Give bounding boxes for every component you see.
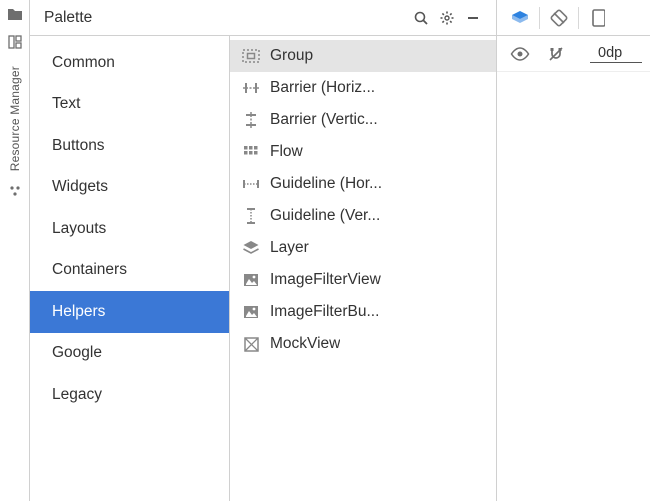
palette-component[interactable]: Barrier (Horiz...: [230, 72, 496, 104]
palette-category-buttons[interactable]: Buttons: [30, 125, 229, 167]
palette-component[interactable]: Barrier (Vertic...: [230, 104, 496, 136]
palette-component[interactable]: Layer: [230, 232, 496, 264]
palette-component-label: Group: [270, 47, 313, 65]
view-options-toolbar: 0dp: [497, 36, 650, 72]
palette-category-helpers[interactable]: Helpers: [30, 291, 229, 333]
rail-label-resource-manager[interactable]: Resource Manager: [8, 56, 22, 177]
palette-component-label: ImageFilterBu...: [270, 303, 379, 321]
palette-category-widgets[interactable]: Widgets: [30, 167, 229, 209]
palette-component-label: Layer: [270, 239, 309, 257]
palette-dots-icon[interactable]: [5, 181, 25, 201]
mock-icon: [242, 335, 260, 353]
orientation-icon[interactable]: [544, 4, 574, 32]
image-icon: [242, 303, 260, 321]
palette-panel: Palette CommonTextButtonsWidgetsLayoutsC…: [30, 0, 497, 501]
group-icon: [242, 47, 260, 65]
guideline-v-icon: [242, 207, 260, 225]
design-toolbar: [497, 0, 650, 36]
palette-component-label: MockView: [270, 335, 340, 353]
gear-icon[interactable]: [434, 5, 460, 31]
palette-category-layouts[interactable]: Layouts: [30, 208, 229, 250]
barrier-h-icon: [242, 79, 260, 97]
image-icon: [242, 271, 260, 289]
device-icon[interactable]: [583, 4, 613, 32]
magnet-off-icon[interactable]: [541, 40, 571, 68]
palette-category-legacy[interactable]: Legacy: [30, 374, 229, 416]
palette-components: Group Barrier (Horiz... Barrier (Vertic...…: [230, 36, 496, 501]
palette-component[interactable]: Flow: [230, 136, 496, 168]
palette-component-label: Barrier (Vertic...: [270, 111, 378, 129]
toolbar-separator: [539, 7, 540, 29]
palette-component-label: Flow: [270, 143, 303, 161]
palette-category-common[interactable]: Common: [30, 42, 229, 84]
layer-icon: [242, 239, 260, 257]
palette-category-text[interactable]: Text: [30, 84, 229, 126]
default-margin-value[interactable]: 0dp: [590, 45, 642, 63]
flow-icon: [242, 143, 260, 161]
visibility-icon[interactable]: [505, 40, 535, 68]
tool-rail: Resource Manager: [0, 0, 30, 501]
rail-bottom-icons: [5, 181, 25, 201]
design-surface-icon[interactable]: [505, 4, 535, 32]
toolbar-separator: [578, 7, 579, 29]
palette-component[interactable]: MockView: [230, 328, 496, 360]
palette-component[interactable]: Guideline (Ver...: [230, 200, 496, 232]
folder-icon[interactable]: [5, 4, 25, 24]
palette-component[interactable]: ImageFilterBu...: [230, 296, 496, 328]
default-margin-field[interactable]: 0dp: [590, 45, 642, 63]
palette-component-label: Guideline (Hor...: [270, 175, 382, 193]
barrier-v-icon: [242, 111, 260, 129]
search-icon[interactable]: [408, 5, 434, 31]
palette-title: Palette: [44, 9, 408, 27]
palette-header: Palette: [30, 0, 496, 36]
palette-component[interactable]: ImageFilterView: [230, 264, 496, 296]
palette-component[interactable]: Group: [230, 40, 496, 72]
palette-component[interactable]: Guideline (Hor...: [230, 168, 496, 200]
palette-categories: CommonTextButtonsWidgetsLayoutsContainer…: [30, 36, 230, 501]
palette-category-containers[interactable]: Containers: [30, 250, 229, 292]
resource-manager-icon[interactable]: [5, 32, 25, 52]
palette-body: CommonTextButtonsWidgetsLayoutsContainer…: [30, 36, 496, 501]
palette-component-label: Barrier (Horiz...: [270, 79, 375, 97]
palette-category-google[interactable]: Google: [30, 333, 229, 375]
palette-component-label: ImageFilterView: [270, 271, 381, 289]
minimize-icon[interactable]: [460, 5, 486, 31]
guideline-h-icon: [242, 175, 260, 193]
attributes-panel: 0dp: [497, 0, 650, 501]
palette-component-label: Guideline (Ver...: [270, 207, 380, 225]
